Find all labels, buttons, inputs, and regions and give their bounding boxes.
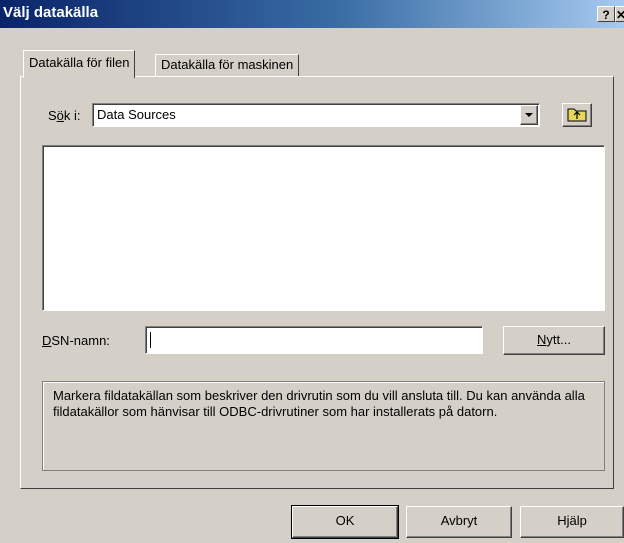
tab-machine-data-source[interactable]: Datakälla för maskinen xyxy=(155,54,300,76)
choose-data-source-dialog: Välj datakälla ? ✕ Datakälla för filen D… xyxy=(0,0,624,543)
close-icon: ✕ xyxy=(616,8,624,21)
info-text: Markera fildatakällan som beskriver den … xyxy=(53,388,585,419)
cancel-button[interactable]: Avbryt xyxy=(406,506,512,538)
chevron-down-icon xyxy=(525,113,533,117)
help-label: Hjälp xyxy=(557,513,587,528)
help-button[interactable]: Hjälp xyxy=(520,506,624,538)
text-cursor xyxy=(150,332,151,348)
cancel-label: Avbryt xyxy=(440,513,478,528)
dsn-label: DSN-namn: xyxy=(42,333,110,348)
tab-file-data-source[interactable]: Datakälla för filen xyxy=(23,50,136,78)
info-box: Markera fildatakällan som beskriver den … xyxy=(42,381,605,471)
tab-label: Datakälla för filen xyxy=(29,55,130,70)
up-one-level-button[interactable] xyxy=(562,103,592,127)
lookin-label: Sök i: xyxy=(48,108,81,123)
ok-button[interactable]: OK xyxy=(291,505,399,539)
window-title: Välj datakälla xyxy=(3,4,99,21)
file-list[interactable] xyxy=(42,145,605,311)
up-folder-icon xyxy=(567,108,587,122)
lookin-select[interactable]: Data Sources xyxy=(92,103,540,127)
lookin-dropdown-button[interactable] xyxy=(520,105,538,125)
tab-label: Datakälla för maskinen xyxy=(161,57,294,72)
new-button[interactable]: Nytt... xyxy=(503,326,605,355)
dsn-name-input[interactable] xyxy=(145,326,483,354)
help-title-button[interactable]: ? xyxy=(597,6,615,22)
title-bar[interactable]: Välj datakälla ? ✕ xyxy=(0,0,624,28)
close-title-button[interactable]: ✕ xyxy=(615,6,624,22)
lookin-value: Data Sources xyxy=(97,107,176,122)
ok-label: OK xyxy=(335,513,355,528)
